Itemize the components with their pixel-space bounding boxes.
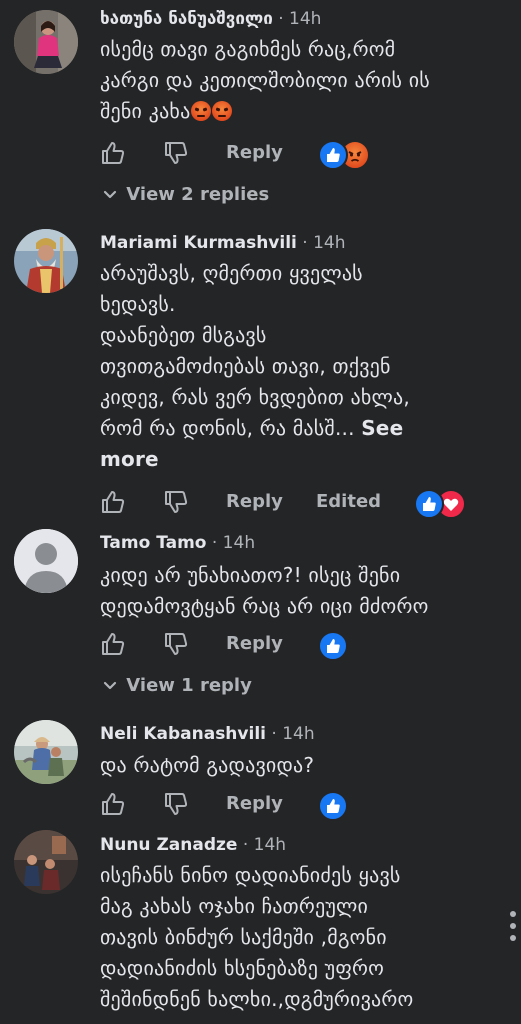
comment-text: ისემც თავი გაგიხმეს რაც,რომ კარგი და კეთ… bbox=[100, 34, 495, 127]
author-name[interactable]: Tamo Tamo bbox=[100, 533, 206, 553]
timestamp[interactable]: · 14h bbox=[271, 724, 314, 744]
reply-button[interactable]: Reply bbox=[226, 142, 283, 163]
see-more-link[interactable]: See bbox=[361, 416, 403, 440]
edited-label[interactable]: Edited bbox=[316, 491, 381, 512]
reply-button[interactable]: Reply bbox=[226, 491, 283, 512]
comment-line: კიდე არ უნახიათო?! ისეც შენი bbox=[100, 563, 401, 587]
comment-line: დედამოვტყან რაც არ იცი მძორო bbox=[100, 594, 429, 618]
thumbs-down-icon[interactable] bbox=[163, 631, 189, 657]
comment-actions: Reply bbox=[100, 631, 500, 661]
like-reaction-icon bbox=[318, 791, 348, 821]
comment-text: და რატომ გადავიდა? bbox=[100, 750, 495, 781]
view-replies-button[interactable]: View 2 replies bbox=[100, 184, 269, 210]
thumbs-up-icon[interactable] bbox=[100, 489, 126, 515]
comment-line-text: რომ რა დონის, რა მასშ... bbox=[100, 416, 355, 440]
comment-line: დადიანიძის ხსენებაზე უფრო bbox=[100, 956, 385, 980]
comment-line: თავის ბინძურ საქმეში ,მგონი bbox=[100, 925, 387, 949]
avatar-photo bbox=[14, 229, 78, 293]
comment-line: შენი კახა bbox=[100, 96, 495, 127]
avatar-photo bbox=[14, 720, 78, 784]
avatar[interactable] bbox=[14, 229, 78, 293]
chevron-down-icon bbox=[103, 190, 117, 199]
comment-line: რომ რა დონის, რა მასშ... See bbox=[100, 413, 495, 444]
author-line: Tamo Tamo · 14h bbox=[100, 532, 255, 554]
thumbs-up-icon[interactable] bbox=[100, 791, 126, 817]
author-name[interactable]: Mariami Kurmashvili bbox=[100, 233, 297, 253]
view-replies-label: View 2 replies bbox=[126, 184, 270, 205]
timestamp[interactable]: · 14h bbox=[243, 835, 286, 855]
like-reaction-icon bbox=[414, 489, 444, 519]
comment-line: ისეჩანს ნინო დადიანიძეს ყავს bbox=[100, 863, 401, 887]
default-avatar-icon bbox=[14, 529, 78, 593]
comment-line: მაგ კახას ოჯახი ჩათრეული bbox=[100, 894, 369, 918]
thumbs-down-icon[interactable] bbox=[163, 140, 189, 166]
comment-actions: Reply bbox=[100, 140, 500, 170]
angry-emoji-icon bbox=[191, 101, 212, 121]
comment-line: თვითგამოძიებას თავი, თქვენ bbox=[100, 354, 391, 378]
author-line: Mariami Kurmashvili · 14h bbox=[100, 232, 346, 254]
comment-line: კარგი და კეთილშობილი არის ის bbox=[100, 68, 430, 92]
comment-text: კიდე არ უნახიათო?! ისეც შენი დედამოვტყან… bbox=[100, 560, 495, 622]
timestamp[interactable]: · 14h bbox=[302, 233, 345, 253]
chevron-down-icon bbox=[103, 681, 117, 690]
comment-line: არაუშავს, ღმერთი ყველას bbox=[100, 261, 363, 285]
avatar[interactable] bbox=[14, 529, 78, 593]
like-reaction-icon bbox=[318, 140, 348, 170]
author-line: Nunu Zanadze · 14h bbox=[100, 834, 286, 856]
author-line: Neli Kabanashvili · 14h bbox=[100, 723, 315, 745]
avatar-photo bbox=[14, 10, 78, 74]
reply-button[interactable]: Reply bbox=[226, 633, 283, 654]
timestamp[interactable]: · 14h bbox=[212, 533, 255, 553]
thumbs-up-icon[interactable] bbox=[100, 140, 126, 166]
avatar-photo bbox=[14, 830, 78, 894]
author-name[interactable]: Nunu Zanadze bbox=[100, 835, 237, 855]
author-name[interactable]: ხათუნა ნანუაშვილი bbox=[100, 9, 273, 29]
thumbs-up-icon[interactable] bbox=[100, 631, 126, 657]
comment-line: და რატომ გადავიდა? bbox=[100, 753, 315, 777]
thumbs-down-icon[interactable] bbox=[163, 791, 189, 817]
comment-line: კიდევ, რას ვერ ხვდებით ახლა, bbox=[100, 385, 410, 409]
view-replies-button[interactable]: View 1 reply bbox=[100, 675, 252, 701]
like-reaction-icon bbox=[318, 631, 348, 661]
see-more-link-continued[interactable]: more bbox=[100, 444, 495, 475]
view-replies-label: View 1 reply bbox=[126, 675, 252, 696]
avatar[interactable] bbox=[14, 720, 78, 784]
comment-actions: Reply Edited bbox=[100, 489, 500, 519]
comment-text: არაუშავს, ღმერთი ყველას ხედავს. დაანებეთ… bbox=[100, 258, 495, 475]
comment-line: ხედავს. bbox=[100, 292, 176, 316]
more-options-icon[interactable] bbox=[508, 908, 518, 944]
avatar[interactable] bbox=[14, 10, 78, 74]
comment-line: ისემც თავი გაგიხმეს რაც,რომ bbox=[100, 37, 396, 61]
author-name[interactable]: Neli Kabanashvili bbox=[100, 724, 266, 744]
comment-line: დაანებეთ მსგავს bbox=[100, 323, 267, 347]
timestamp[interactable]: · 14h bbox=[278, 9, 321, 29]
author-line: ხათუნა ნანუაშვილი · 14h bbox=[100, 8, 321, 30]
thumbs-down-icon[interactable] bbox=[163, 489, 189, 515]
comment-text: ისეჩანს ნინო დადიანიძეს ყავს მაგ კახას ო… bbox=[100, 860, 495, 1015]
comment-line: შეშინდნენ ხალხი.,დგმურივარო bbox=[100, 987, 414, 1011]
reply-button[interactable]: Reply bbox=[226, 793, 283, 814]
comment-actions: Reply bbox=[100, 791, 500, 821]
comment-line-text: შენი კახა bbox=[100, 99, 191, 123]
angry-emoji-icon bbox=[212, 101, 233, 121]
avatar[interactable] bbox=[14, 830, 78, 894]
